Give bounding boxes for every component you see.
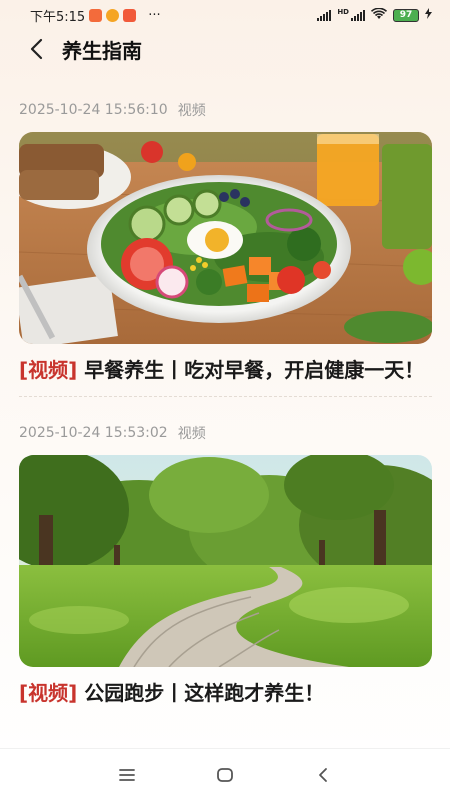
wifi-icon (370, 7, 388, 23)
shopping-icon (123, 8, 137, 22)
article-feed[interactable]: 2025-10-24 15:56:10 视频 [视频] 早餐养生丨吃对早餐，开启… (19, 96, 432, 725)
home-icon (217, 767, 233, 782)
article-card[interactable]: 2025-10-24 15:56:10 视频 [视频] 早餐养生丨吃对早餐，开启… (19, 96, 432, 413)
divider (19, 396, 432, 397)
article-thumbnail-breakfast[interactable] (19, 132, 432, 344)
article-thumbnail-park[interactable] (19, 455, 432, 667)
article-type: 视频 (177, 426, 206, 442)
nav-menu-button[interactable] (113, 761, 141, 789)
nav-home-button[interactable] (211, 761, 239, 789)
article-title[interactable]: [视频] 公园跑步丨这样跑才养生！ (19, 677, 432, 709)
signal-icon-2 (351, 9, 365, 21)
status-time: 下午5:15 (30, 9, 86, 25)
article-timestamp: 2025-10-24 15:56:10 (19, 102, 168, 118)
system-nav-bar (0, 748, 450, 800)
page-title: 养生指南 (62, 38, 142, 63)
status-bar: 下午5:15 ··· HD 97 (0, 0, 450, 30)
status-left: 下午5:15 ··· (30, 6, 161, 25)
article-title-text: 公园跑步丨这样跑才养生！ (84, 681, 325, 705)
video-tag: [视频] (19, 681, 78, 705)
article-type: 视频 (177, 103, 206, 119)
signal-icon (317, 9, 332, 21)
article-timestamp: 2025-10-24 15:53:02 (19, 425, 168, 441)
article-card[interactable]: 2025-10-24 15:53:02 视频 [视频] 公园跑步丨这样跑才养生！ (19, 419, 432, 725)
back-icon (319, 767, 327, 782)
article-meta: 2025-10-24 15:53:02 视频 (19, 419, 432, 447)
article-title-text: 早餐养生丨吃对早餐，开启健康一天！ (84, 358, 425, 382)
header: 养生指南 (0, 30, 450, 68)
video-tag: [视频] (19, 358, 78, 382)
hd-label: HD (337, 8, 349, 16)
menu-icon (119, 768, 135, 781)
charging-icon (425, 8, 432, 22)
status-right: HD 97 (317, 7, 432, 23)
nav-back-button[interactable] (309, 761, 337, 789)
weibo-icon (106, 8, 120, 22)
app-notification-icon (89, 8, 103, 22)
battery-icon: 97 (393, 8, 419, 22)
article-title[interactable]: [视频] 早餐养生丨吃对早餐，开启健康一天！ (19, 354, 432, 386)
back-button[interactable] (22, 35, 50, 63)
more-notifications: ··· (148, 7, 161, 23)
chevron-left-icon (30, 38, 43, 60)
article-meta: 2025-10-24 15:56:10 视频 (19, 96, 432, 124)
